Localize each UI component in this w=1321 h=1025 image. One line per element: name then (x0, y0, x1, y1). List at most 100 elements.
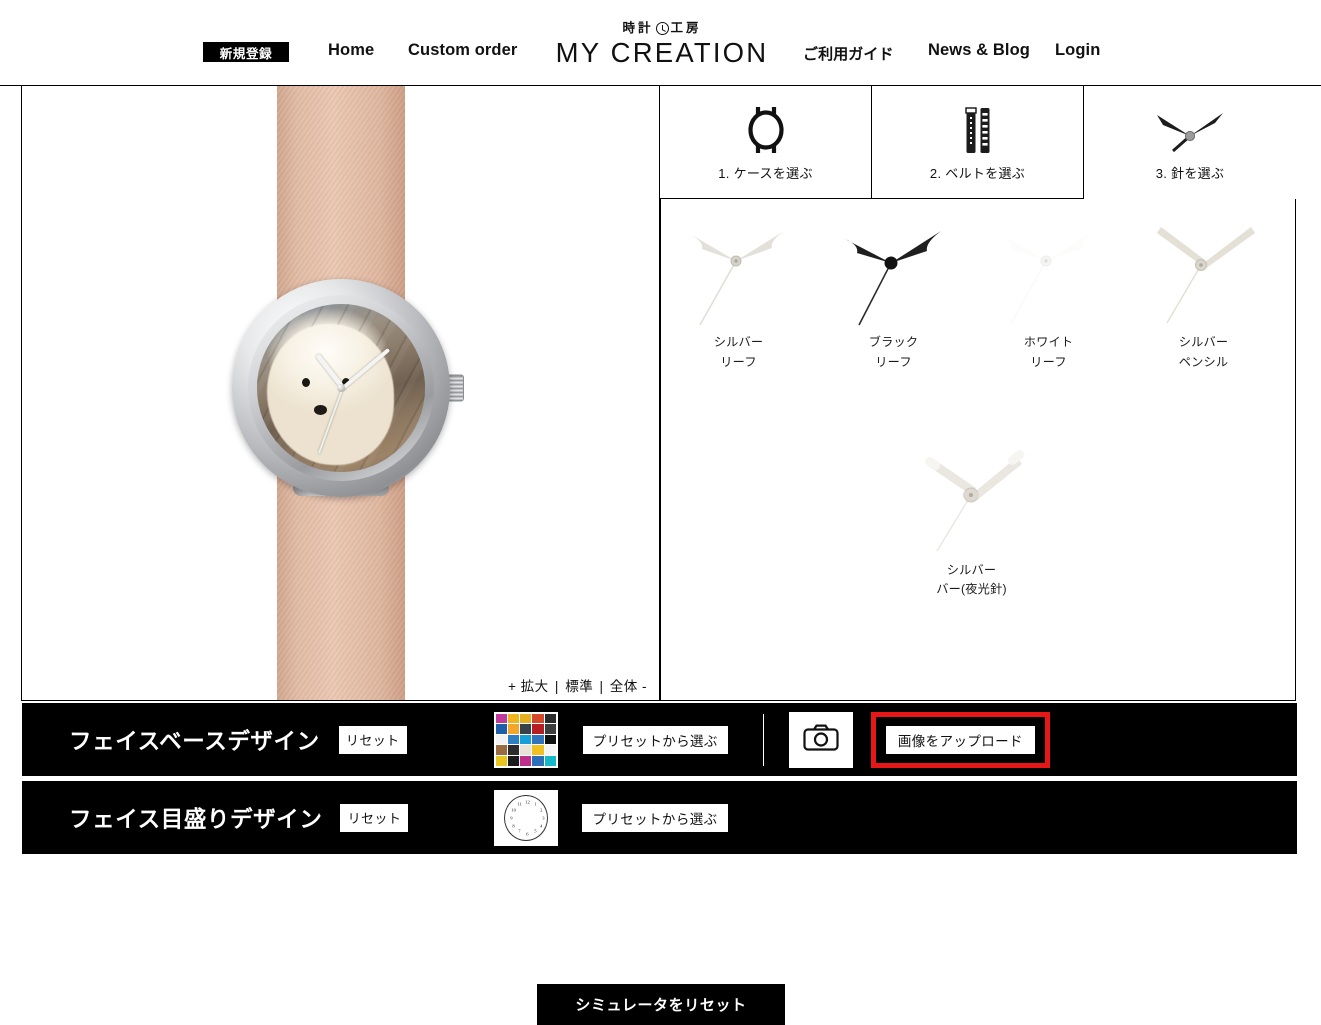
hand-caption-line2: リーフ (1030, 354, 1067, 369)
brand-name: MY CREATION (555, 37, 769, 68)
hand-caption-line2: リーフ (875, 354, 912, 369)
nav-link-home[interactable]: Home (328, 41, 374, 60)
camera-icon (803, 724, 839, 756)
face-scale-design-row: フェイス目盛りデザイン リセット 12 1 2 3 4 5 6 7 8 9 10 11 プリセットから… (22, 781, 1297, 854)
signup-button-label: 新規登録 (219, 46, 273, 61)
upload-image-label: 画像をアップロード (897, 733, 1023, 749)
face-scale-reset-button[interactable]: リセット (340, 803, 409, 832)
zoom-whole-button[interactable]: 全体 - (610, 679, 647, 694)
upload-section-divider (762, 713, 764, 766)
clock-thumb-numeral: 3 (542, 815, 545, 821)
watch-preview-stage (22, 86, 659, 700)
face-base-design-row: フェイスベースデザイン リセット プリセットから選ぶ 画像をアップロード (22, 703, 1297, 776)
clock-thumb-numeral: 8 (512, 823, 515, 829)
upload-button-highlight: 画像をアップロード (870, 711, 1050, 768)
hand-option-grid: シルバー リーフ ブラック リーフ ホワイト リーフ シルバー ペンシル シルバ… (661, 199, 1295, 699)
hand-caption-line1: ホワイト (1023, 335, 1074, 349)
brand-kicker-prefix: 時計 (622, 21, 654, 36)
watch-preview-panel: + 拡大 | 標準 | 全体 - (21, 86, 660, 701)
face-base-preset-thumbnail[interactable] (493, 711, 558, 768)
hand-option-white-leaf[interactable]: ホワイト リーフ (971, 207, 1126, 373)
header-nav-bar: 新規登録 Home Custom order ご利用ガイド News & Blo… (0, 0, 1321, 86)
hand-preview-white-leaf (984, 213, 1114, 333)
hand-caption-silver-pencil: シルバー ペンシル (1179, 333, 1229, 373)
face-base-reset-label: リセット (345, 733, 400, 748)
hand-caption-line2: バー(夜光針) (936, 582, 1007, 597)
hand-option-row-1: シルバー リーフ ブラック リーフ ホワイト リーフ シルバー ペンシル (661, 207, 1295, 373)
nav-link-custom-order[interactable]: Custom order (408, 41, 517, 60)
watch-hands-icon (1145, 99, 1235, 161)
face-scale-preset-thumbnail[interactable]: 12 1 2 3 4 5 6 7 8 9 10 11 (494, 789, 559, 846)
clock-face-thumbnail: 12 1 2 3 4 5 6 7 8 9 10 11 (504, 794, 549, 841)
face-base-reset-button[interactable]: リセット (338, 725, 407, 754)
preview-zoom-controls: + 拡大 | 標準 | 全体 - (508, 675, 647, 695)
face-scale-preset-button[interactable]: プリセットから選ぶ (582, 803, 728, 832)
face-scale-preset-label: プリセットから選ぶ (592, 811, 718, 827)
hand-caption-silver-leaf: シルバー リーフ (714, 333, 764, 373)
hand-preview-black-leaf (829, 213, 959, 333)
watch-case-icon (743, 99, 789, 161)
face-base-design-title: フェイスベースデザイン (69, 728, 320, 754)
hand-preview-silver-leaf (674, 213, 804, 333)
site-header: 新規登録 Home Custom order ご利用ガイド News & Blo… (0, 0, 1321, 86)
upload-image-button[interactable]: 画像をアップロード (885, 725, 1035, 754)
zoom-standard-button[interactable]: 標準 (565, 679, 593, 694)
zoom-separator-2: | (599, 679, 604, 694)
clock-thumb-numeral: 2 (540, 807, 543, 813)
nav-link-guide[interactable]: ご利用ガイド (803, 43, 894, 64)
clock-thumb-numeral: 6 (526, 831, 529, 837)
nav-link-news-blog[interactable]: News & Blog (928, 41, 1030, 60)
hand-caption-line2: ペンシル (1178, 354, 1229, 369)
clock-thumb-numeral: 10 (511, 807, 516, 813)
hand-option-silver-leaf[interactable]: シルバー リーフ (661, 207, 816, 373)
hand-option-black-leaf[interactable]: ブラック リーフ (816, 207, 971, 373)
face-scale-reset-label: リセット (347, 811, 402, 826)
hand-caption-black-leaf: ブラック リーフ (869, 333, 919, 373)
clock-icon (655, 22, 669, 35)
dial-hand-pin (336, 384, 345, 392)
hand-caption-line1: シルバー (1178, 335, 1229, 349)
camera-button[interactable] (788, 711, 853, 768)
reset-simulator-label: シミュレータをリセット (575, 997, 747, 1014)
zoom-separator-1: | (554, 679, 559, 694)
watch-simulator: + 拡大 | 標準 | 全体 - 1. ケースを選ぶ 2. ベルトを選ぶ 3. … (0, 86, 1321, 1025)
nav-link-login[interactable]: Login (1055, 41, 1100, 60)
face-scale-design-title: フェイス目盛りデザイン (69, 806, 323, 832)
signup-button[interactable]: 新規登録 (203, 42, 289, 62)
hand-caption-line1: シルバー (713, 335, 764, 349)
hand-option-silver-bar-lume[interactable]: シルバー バー(夜光針) (894, 435, 1049, 601)
hand-caption-silver-bar-lume: シルバー バー(夜光針) (936, 561, 1006, 601)
dog-nose (313, 404, 327, 415)
clock-thumb-numeral: 5 (534, 829, 537, 835)
watch-case (231, 279, 450, 497)
clock-thumb-numeral: 12 (525, 799, 530, 805)
hand-caption-line2: リーフ (720, 354, 757, 369)
face-base-preset-button[interactable]: プリセットから選ぶ (582, 725, 728, 754)
reset-simulator-button[interactable]: シミュレータをリセット (537, 984, 785, 1025)
step-tabs: 1. ケースを選ぶ 2. ベルトを選ぶ 3. 針を選ぶ (660, 86, 1296, 199)
clock-thumb-numeral: 4 (540, 823, 543, 829)
dog-figure (266, 324, 395, 466)
brand-kicker-suffix: 工房 (670, 21, 702, 36)
step-tab-hands[interactable]: 3. 針を選ぶ (1084, 86, 1296, 199)
clock-thumb-numeral: 9 (510, 815, 513, 821)
watch-dial[interactable] (256, 304, 425, 472)
clock-thumb-numeral: 11 (517, 801, 522, 807)
brand-logo[interactable]: 時計 工房 MY CREATION (544, 22, 780, 67)
hand-option-row-2: シルバー バー(夜光針) (661, 435, 1295, 601)
hand-caption-line1: シルバー (946, 562, 997, 577)
hand-caption-line1: ブラック (868, 335, 919, 349)
hand-preview-silver-pencil (1139, 213, 1269, 333)
step-tab-case-label: 1. ケースを選ぶ (718, 166, 813, 181)
preset-mosaic-thumbnail (495, 713, 556, 766)
zoom-enlarge-button[interactable]: + 拡大 (508, 679, 549, 694)
hand-preview-silver-bar-lume (907, 441, 1037, 561)
step-tab-hands-label: 3. 針を選ぶ (1155, 166, 1225, 181)
hand-option-silver-pencil[interactable]: シルバー ペンシル (1126, 207, 1281, 373)
step-tab-case[interactable]: 1. ケースを選ぶ (660, 86, 872, 199)
step-tab-belt[interactable]: 2. ベルトを選ぶ (872, 86, 1084, 199)
clock-thumb-numeral: 1 (534, 801, 537, 807)
hand-caption-white-leaf: ホワイト リーフ (1024, 333, 1074, 373)
step-tab-belt-label: 2. ベルトを選ぶ (929, 166, 1026, 181)
brand-kicker: 時計 工房 (544, 22, 780, 35)
